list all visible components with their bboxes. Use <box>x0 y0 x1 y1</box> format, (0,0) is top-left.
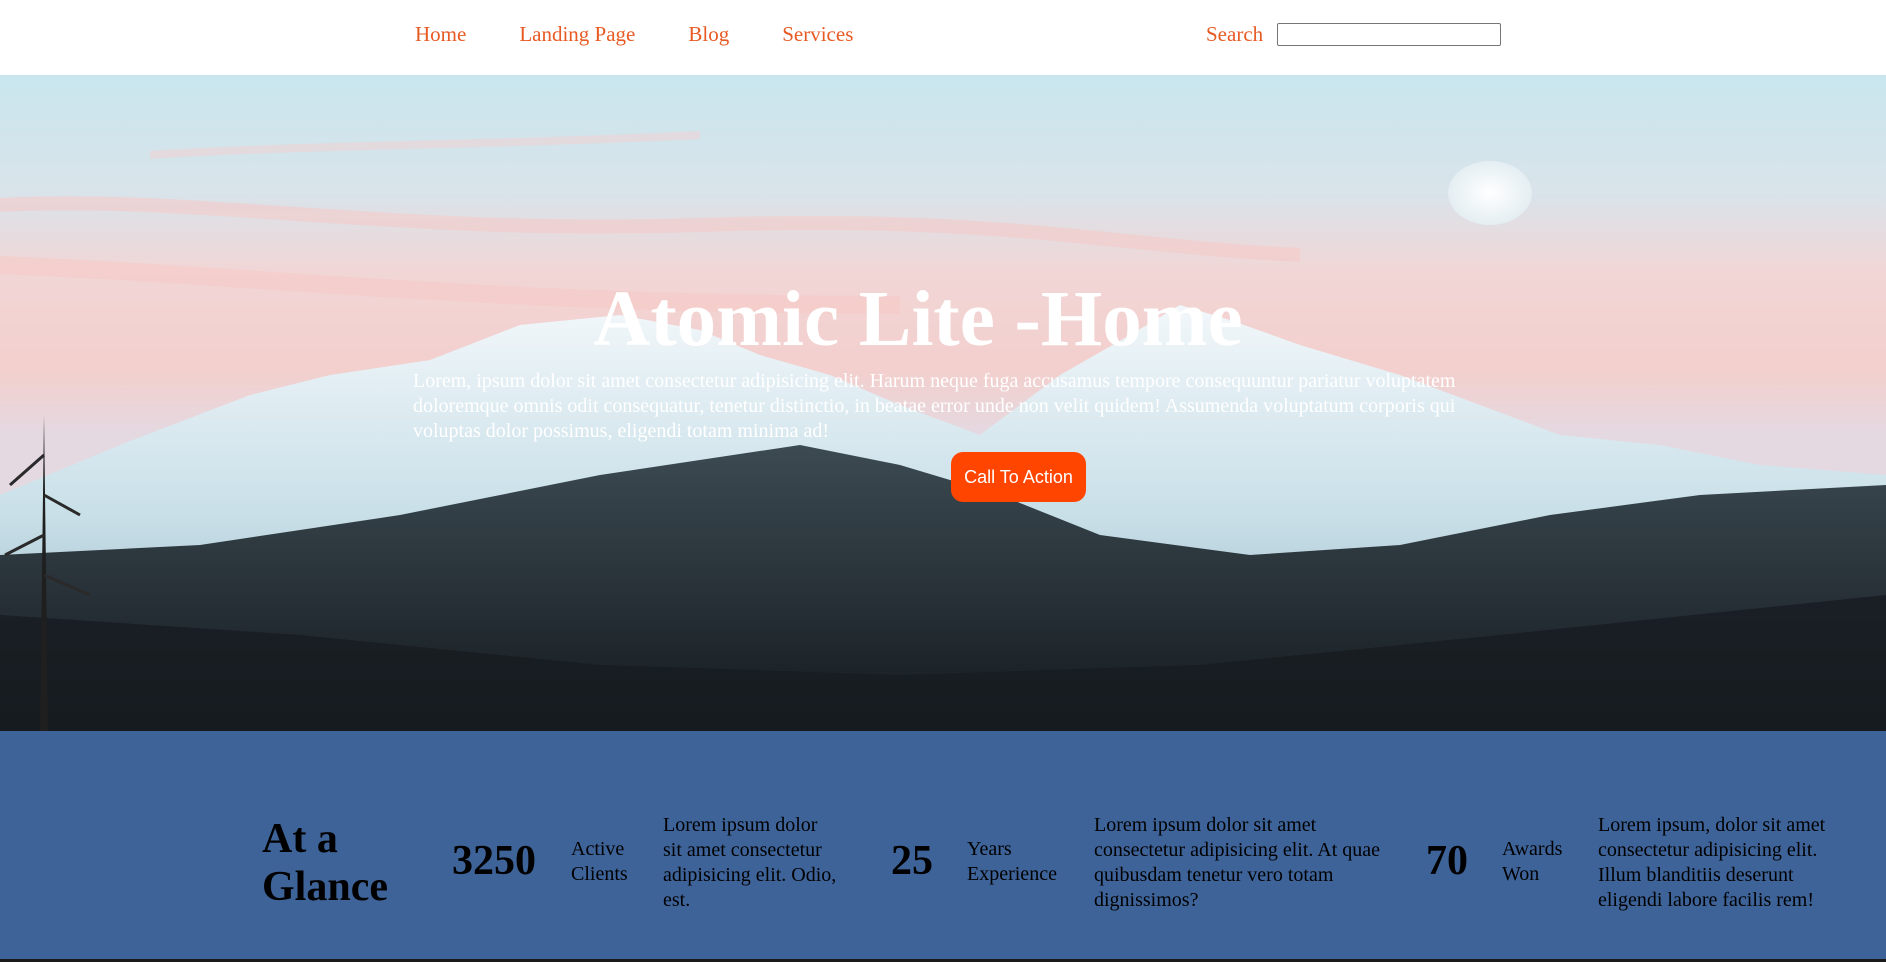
stats-heading: At a Glance <box>262 816 388 910</box>
top-navbar: Home Landing Page Blog Services Search <box>0 0 1886 75</box>
call-to-action-button[interactable]: Call To Action <box>951 452 1086 502</box>
stat-description-active-clients: Lorem ipsum dolor sit amet consectetur a… <box>663 814 837 911</box>
stat-number-years-experience: 25 <box>891 838 933 884</box>
at-a-glance-section: At a Glance 3250 Active Clients Lorem ip… <box>0 731 1886 962</box>
stat-number-awards-won: 70 <box>1426 838 1468 884</box>
nav-links: Home Landing Page Blog Services <box>415 22 906 47</box>
nav-link-blog[interactable]: Blog <box>688 22 729 47</box>
nav-link-services[interactable]: Services <box>782 22 853 47</box>
hero-description: Lorem, ipsum dolor sit amet consectetur … <box>413 370 1456 442</box>
moon-icon <box>1448 161 1532 225</box>
hero-section: Atomic Lite -Home Lorem, ipsum dolor sit… <box>0 75 1886 731</box>
nav-link-home[interactable]: Home <box>415 22 466 47</box>
stat-number-active-clients: 3250 <box>452 838 536 884</box>
stat-label-awards-won: Awards Won <box>1502 838 1563 885</box>
stat-label-years-experience: Years Experience <box>967 838 1057 885</box>
stat-description-awards-won: Lorem ipsum, dolor sit amet consectetur … <box>1598 814 1826 911</box>
search-area: Search <box>1206 22 1502 47</box>
stat-description-years-experience: Lorem ipsum dolor sit amet consectetur a… <box>1094 814 1381 911</box>
stat-label-active-clients: Active Clients <box>571 838 628 885</box>
search-label: Search <box>1206 22 1264 46</box>
search-input[interactable] <box>1277 23 1502 46</box>
nav-link-landing-page[interactable]: Landing Page <box>519 22 635 47</box>
hero-title: Atomic Lite -Home <box>593 276 1243 363</box>
